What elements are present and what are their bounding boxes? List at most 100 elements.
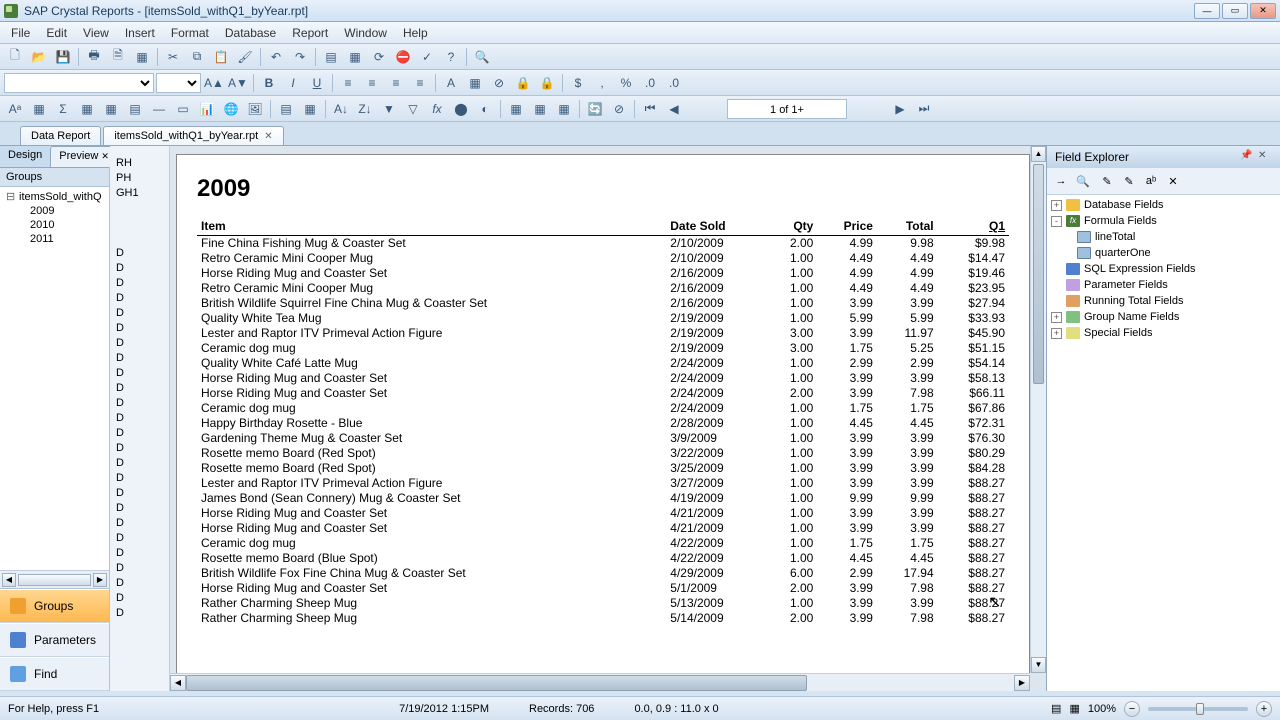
section-expert-icon[interactable]: ▤ [275,98,297,120]
doc-tab[interactable]: itemsSold_withQ1_byYear.rpt✕ [103,126,283,145]
vertical-scrollbar[interactable]: ▲ ▼ [1030,146,1046,673]
close-panel-icon[interactable]: ✕ [1258,150,1272,164]
formula-icon[interactable]: fx [426,98,448,120]
decrease-font-icon[interactable]: A▼ [227,72,249,94]
insert-group-icon[interactable]: ▦ [28,98,50,120]
menu-view[interactable]: View [75,24,117,42]
scroll-thumb[interactable] [18,574,91,586]
browse-field-icon[interactable]: 🔍 [1073,171,1093,191]
group-tree[interactable]: ⊟ itemsSold_withQ 200920102011 [0,187,109,570]
select-expert-icon[interactable]: ▽ [402,98,424,120]
copy-icon[interactable]: ⧉ [186,46,208,68]
first-page-icon[interactable]: ⏮ [639,98,661,120]
align-center-icon[interactable]: ≡ [361,72,383,94]
align-right-icon[interactable]: ≡ [385,72,407,94]
menu-database[interactable]: Database [217,24,284,42]
side-button-find[interactable]: Find [0,657,109,691]
maximize-button[interactable]: ▭ [1222,3,1248,19]
justify-icon[interactable]: ≡ [409,72,431,94]
italic-icon[interactable]: I [282,72,304,94]
filter-icon[interactable]: ▼ [378,98,400,120]
view-tab-preview[interactable]: Preview✕ [50,146,118,167]
report-check-icon[interactable]: ✓ [416,46,438,68]
borders-icon[interactable]: ▦ [464,72,486,94]
help-icon[interactable]: ? [440,46,462,68]
zoom-out-button[interactable]: − [1124,701,1140,717]
expand-icon[interactable]: + [1051,328,1062,339]
delete-field-icon[interactable]: ✕ [1163,171,1183,191]
menu-report[interactable]: Report [284,24,336,42]
new-field-icon[interactable]: ✎ [1097,171,1117,191]
field-tree-item[interactable]: Running Total Fields [1049,293,1278,309]
pin-icon[interactable]: 📌 [1240,150,1254,164]
insert-chart-icon[interactable]: 📊 [196,98,218,120]
group-expert-icon[interactable]: ▦ [299,98,321,120]
insert-subreport-icon[interactable]: ▤ [124,98,146,120]
format-painter-icon[interactable]: 🖌 [234,46,256,68]
status-icon-2[interactable]: ▦ [1069,702,1079,715]
tree-year-item[interactable]: 2010 [2,218,107,232]
redo-icon[interactable]: ↷ [289,46,311,68]
close-button[interactable]: ✕ [1250,3,1276,19]
new-icon[interactable]: 🗋 [4,46,26,68]
menu-file[interactable]: File [3,24,38,42]
zoom-in-button[interactable]: + [1256,701,1272,717]
scroll-up-icon[interactable]: ▲ [1031,146,1046,162]
rename-field-icon[interactable]: aᵇ [1141,171,1161,191]
increase-font-icon[interactable]: A▲ [203,72,225,94]
report-preview[interactable]: 2009 ItemDate SoldQtyPriceTotalQ1 Fine C… [170,146,1046,691]
zoom-slider[interactable] [1148,707,1248,711]
print-icon[interactable]: 🖶 [83,46,105,68]
vscroll-thumb[interactable] [1033,164,1044,384]
stop-loading-icon[interactable]: ⊘ [608,98,630,120]
status-icon-1[interactable]: ▤ [1051,702,1061,715]
stop-icon[interactable]: ⛔ [392,46,414,68]
field-tree-item[interactable]: +Group Name Fields [1049,309,1278,325]
expand-icon[interactable]: - [1051,216,1062,227]
thousands-icon[interactable]: , [591,72,613,94]
tree-year-item[interactable]: 2009 [2,204,107,218]
increase-decimals-icon[interactable]: .0 [639,72,661,94]
format-expert-icon[interactable]: ▦ [529,98,551,120]
highlight-icon[interactable]: ⬤ [450,98,472,120]
zoom-thumb[interactable] [1196,703,1204,715]
object-combo[interactable] [4,73,154,93]
paste-icon[interactable]: 📋 [210,46,232,68]
last-page-icon[interactable]: ⏭ [913,98,935,120]
scroll-right-icon[interactable]: ▶ [93,573,107,587]
collapse-icon[interactable]: ⊟ [6,190,15,203]
side-button-parameters[interactable]: Parameters [0,623,109,657]
expand-icon[interactable]: + [1051,200,1062,211]
insert-olap-icon[interactable]: ▦ [100,98,122,120]
lock-size-icon[interactable]: 🔒 [536,72,558,94]
menu-edit[interactable]: Edit [38,24,75,42]
lock-format-icon[interactable]: 🔒 [512,72,534,94]
tree-year-item[interactable]: 2011 [2,232,107,246]
side-button-groups[interactable]: Groups [0,589,109,623]
scroll-left-icon[interactable]: ◀ [2,573,16,587]
template-icon[interactable]: ▦ [505,98,527,120]
field-tree-item[interactable]: SQL Expression Fields [1049,261,1278,277]
report-options-icon[interactable]: ▦ [553,98,575,120]
edit-field-icon[interactable]: ✎ [1119,171,1139,191]
scroll-down-icon[interactable]: ▼ [1031,657,1046,673]
save-icon[interactable]: 💾 [52,46,74,68]
hscroll-thumb[interactable] [186,675,807,691]
underline-icon[interactable]: U [306,72,328,94]
refresh-data-icon[interactable]: 🔄 [584,98,606,120]
refresh-icon[interactable]: ⟳ [368,46,390,68]
menu-window[interactable]: Window [336,24,395,42]
menu-format[interactable]: Format [163,24,217,42]
suppress-icon[interactable]: ⊘ [488,72,510,94]
prev-page-icon[interactable]: ◀ [663,98,685,120]
tree-hscroll[interactable]: ◀ ▶ [0,570,109,588]
decrease-decimals-icon[interactable]: .0 [663,72,685,94]
insert-text-icon[interactable]: Aᵃ [4,98,26,120]
close-tab-icon[interactable]: ✕ [264,131,272,142]
field-explorer-tree[interactable]: +Database Fields-fxFormula FieldslineTot… [1047,195,1280,691]
insert-box-icon[interactable]: ▭ [172,98,194,120]
insert-map-icon[interactable]: 🌐 [220,98,242,120]
bold-icon[interactable]: B [258,72,280,94]
insert-line-icon[interactable]: — [148,98,170,120]
percent-icon[interactable]: % [615,72,637,94]
